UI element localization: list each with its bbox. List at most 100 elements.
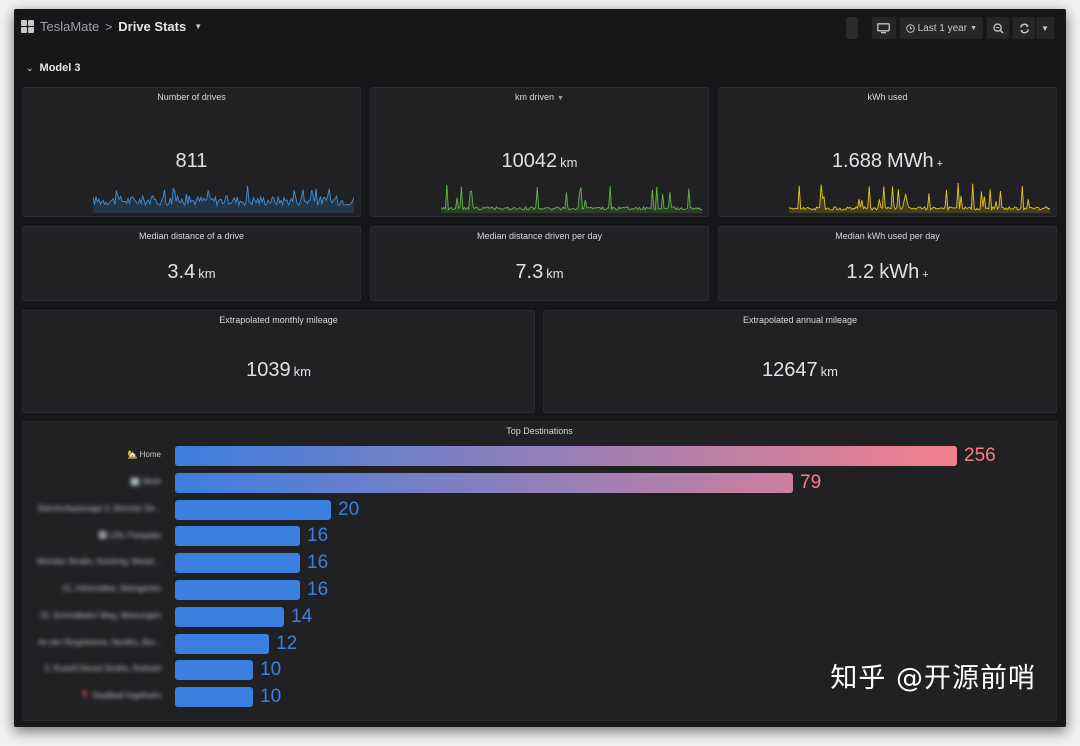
watermark: 知乎 @开源前哨 <box>830 663 1036 694</box>
destination-value: 12 <box>276 632 298 654</box>
chevron-down-icon: ⌄ <box>26 62 34 73</box>
destination-value: 256 <box>964 445 996 466</box>
destination-row: 🅿 LIDL Parkplatz 16 <box>23 525 1056 547</box>
panel-kwh-used: kWh used 1.688 MWh + <box>718 87 1057 217</box>
stat-unit: km <box>198 266 216 281</box>
destination-row: An der Ringelwiese, Nordhu, Ber... 12 <box>23 632 1056 654</box>
row-title: Model 3 <box>39 62 81 74</box>
destination-label: 15, Schmidbahn Weg, Meerungen <box>39 610 161 620</box>
panel-title[interactable]: km driven ▼ <box>371 92 708 102</box>
destination-bar <box>175 526 300 547</box>
destination-value: 79 <box>800 471 822 493</box>
stat-number: 3.4 <box>167 261 196 283</box>
time-range-picker[interactable]: Last 1 year ▼ <box>899 17 983 39</box>
dashboard-title[interactable]: Drive Stats <box>118 19 186 34</box>
stat-number: 12647 <box>762 359 818 381</box>
refresh-icon <box>1019 23 1029 33</box>
panel-title[interactable]: Top Destinations <box>23 426 1056 436</box>
panel-title[interactable]: kWh used <box>719 92 1056 102</box>
breadcrumb-separator: > <box>105 19 113 34</box>
destination-label: Münster Straße, Nordring, Weste... <box>37 557 161 567</box>
stat-value: 1.2 kWh + <box>719 261 1056 284</box>
panel-monthly-mileage: Extrapolated monthly mileage 1039 km <box>22 310 535 413</box>
monitor-icon <box>877 22 890 33</box>
refresh-interval-dropdown[interactable]: ▼ <box>1036 17 1054 39</box>
stat-value: 10042 km <box>371 150 708 173</box>
stat-number: 7.3 <box>515 261 544 283</box>
destination-bar <box>175 633 269 654</box>
stat-number: 1.2 <box>846 261 875 283</box>
destination-row: 🏡 Home 256 <box>23 445 1056 466</box>
stat-number: 1039 <box>246 359 291 381</box>
destination-row: 15, Schmidbahn Weg, Meerungen 14 <box>23 605 1056 627</box>
stat-unit: km <box>546 266 564 281</box>
destination-label: 🏢 Work <box>130 476 161 486</box>
stat-value: 12647 km <box>544 359 1056 382</box>
panel-title[interactable]: Median kWh used per day <box>719 231 1056 241</box>
zoom-out-button[interactable] <box>987 17 1009 39</box>
panel-median-kwh-day: Median kWh used per day 1.2 kWh + <box>718 226 1057 301</box>
destination-label: An der Ringelwiese, Nordhu, Ber... <box>38 637 161 647</box>
refresh-button[interactable] <box>1013 17 1035 39</box>
breadcrumb-root[interactable]: TeslaMate <box>40 19 99 34</box>
destination-bar <box>175 687 253 708</box>
destination-bar <box>175 499 331 520</box>
panel-annual-mileage: Extrapolated annual mileage 12647 km <box>543 310 1057 413</box>
sparkline-km-driven <box>441 181 702 213</box>
panel-number-of-drives: Number of drives 811 <box>22 87 361 217</box>
panel-title[interactable]: Median distance driven per day <box>371 231 708 241</box>
destination-bar <box>175 472 793 493</box>
destination-bar <box>175 580 300 600</box>
stat-value: 1039 km <box>23 359 534 382</box>
stat-value: 7.3 km <box>371 261 708 284</box>
toolbar-spacer-button[interactable] <box>845 17 858 39</box>
destination-bar <box>175 553 300 574</box>
chevron-down-icon: ▼ <box>970 24 977 32</box>
stat-number: 10042 <box>501 150 558 172</box>
sparkline-kwh-used <box>789 181 1050 213</box>
panel-median-distance-drive: Median distance of a drive 3.4 km <box>22 226 361 301</box>
destination-value: 10 <box>260 686 282 708</box>
time-range-label: Last 1 year <box>917 22 968 34</box>
stat-value: 811 <box>23 150 360 173</box>
clock-icon <box>905 23 915 33</box>
sparkline-number-of-drives <box>93 181 354 213</box>
panel-title[interactable]: Extrapolated monthly mileage <box>23 315 534 325</box>
stat-unit: km <box>560 155 578 170</box>
stat-number: 1.688 <box>831 150 882 172</box>
destination-label: 15, Höhenallee, Weingarten <box>61 584 161 593</box>
tv-mode-button[interactable] <box>871 17 896 39</box>
dashboard-header: TeslaMate > Drive Stats ▼ Last 1 year ▼ <box>14 9 1066 47</box>
grid-icon[interactable] <box>21 20 34 33</box>
destination-value: 16 <box>307 579 329 600</box>
stat-unit: kWh <box>879 261 920 283</box>
panel-title-text: km driven <box>515 92 555 102</box>
panel-title[interactable]: Median distance of a drive <box>23 231 360 241</box>
destination-value: 16 <box>307 552 329 574</box>
row-toggle-model-3[interactable]: ⌄ Model 3 <box>26 62 81 74</box>
stat-unit: km <box>293 364 311 379</box>
stat-unit: MWh <box>886 150 934 172</box>
chevron-down-icon[interactable]: ▼ <box>194 22 202 31</box>
chevron-down-icon: ▼ <box>557 95 564 102</box>
destination-bar <box>175 660 253 681</box>
destination-value: 10 <box>260 659 282 681</box>
panel-title[interactable]: Number of drives <box>23 92 360 102</box>
destination-value: 20 <box>338 498 360 520</box>
dashboard-toolbar: Last 1 year ▼ ▼ <box>845 17 1054 39</box>
destination-row: Münster Straße, Nordring, Weste... 16 <box>23 552 1056 574</box>
destination-label: 🅿 LIDL Parkplatz <box>98 531 161 541</box>
refresh-picker: ▼ <box>1013 17 1054 39</box>
destination-row: 🏢 Work 79 <box>23 471 1056 493</box>
panel-median-distance-day: Median distance driven per day 7.3 km <box>370 226 709 301</box>
destination-row: 15, Höhenallee, Weingarten 16 <box>23 579 1056 600</box>
panel-title[interactable]: Extrapolated annual mileage <box>544 315 1056 325</box>
destination-value: 14 <box>291 605 313 627</box>
zoom-out-icon <box>992 22 1004 34</box>
destination-bar <box>175 606 284 627</box>
stat-unit: km <box>820 364 838 379</box>
breadcrumb: TeslaMate > Drive Stats ▼ <box>21 19 202 34</box>
sparkline-line <box>789 182 1050 212</box>
destination-bar <box>175 446 957 466</box>
stat-suffix: + <box>922 269 929 281</box>
